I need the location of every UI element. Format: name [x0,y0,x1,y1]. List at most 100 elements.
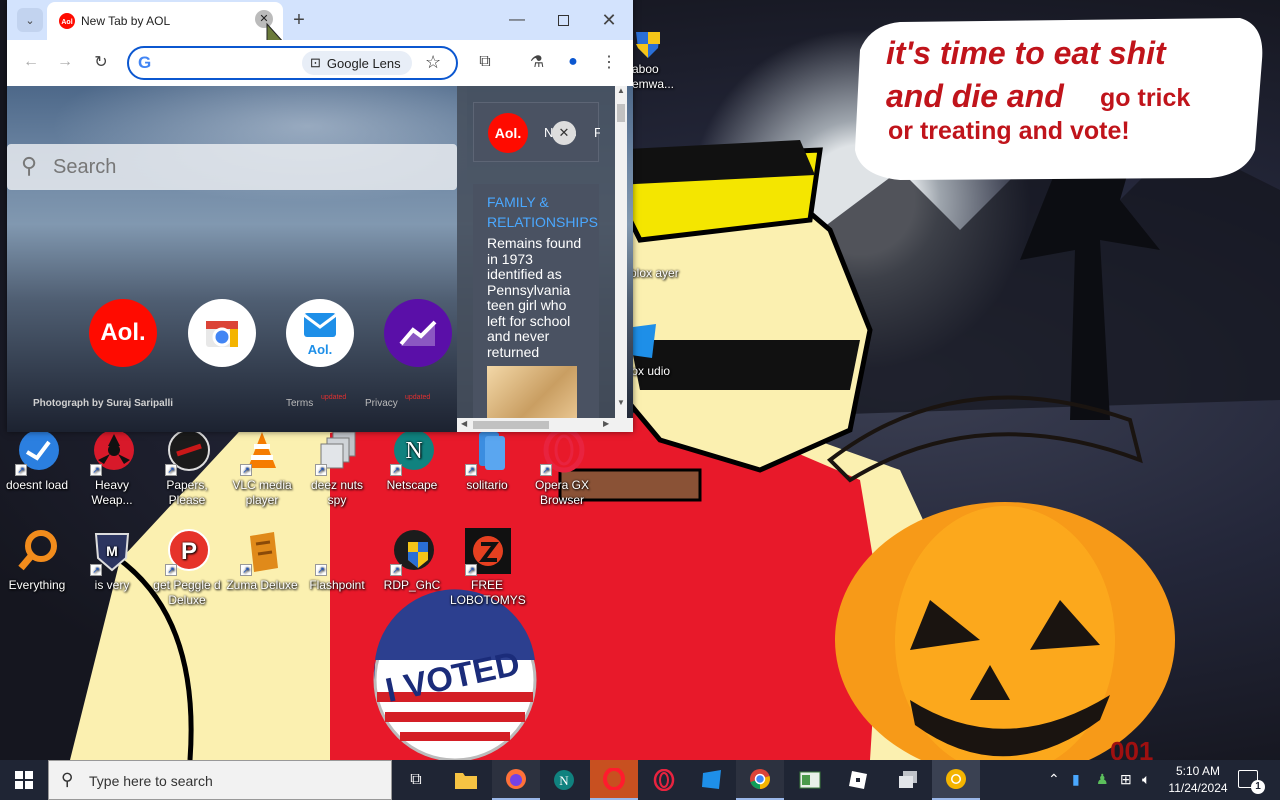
desktop-icon-heavy-weapon[interactable]: ↗ Heavy Weap... [75,428,149,508]
panel-close-icon[interactable]: ✕ [552,121,576,145]
people-icon[interactable]: ♟ [1096,771,1109,788]
article-headline: Remains found in 1973 identified as Penn… [487,235,582,360]
svg-text:Aol: Aol [61,19,72,26]
taskbar-deez-nuts-spy[interactable] [884,760,932,800]
meme-line-3: or treating and vote! [888,117,1130,145]
google-g-icon: G [138,53,152,72]
chrome-store-icon [206,321,238,347]
profile-button[interactable]: ● [561,50,585,74]
desktop-icon-label: Zuma Deluxe [226,578,298,592]
desktop-icon-label: doesnt load [5,478,69,492]
shortcut-aol[interactable]: Aol. [89,299,157,367]
desktop-icon-vlc[interactable]: ↗ VLC media player [225,428,299,508]
shortcut-arrow-icon: ↗ [465,464,477,476]
scroll-up-icon[interactable]: ▲ [617,86,625,95]
app-tray-icon[interactable]: ▮ [1072,771,1080,788]
svg-text:N: N [559,773,569,788]
desktop-icon-netscape[interactable]: N ↗ Netscape [375,428,449,493]
forward-button[interactable]: → [53,50,77,74]
panel-nav-finance[interactable]: Fina [594,125,600,140]
desktop-icon-label: Netscape [386,478,438,492]
taskbar-chrome[interactable] [736,760,784,800]
start-button[interactable] [0,760,48,800]
shortcut-arrow-icon: ↗ [165,564,177,576]
panel-aol-logo[interactable]: Aol. [488,113,528,153]
taskbar-search[interactable]: ⚲ Type here to search [48,760,392,800]
news-card[interactable]: FAMILY & RELATIONSHIPS Remains found in … [473,184,599,418]
horizontal-scrollbar[interactable]: ◀ ▶ [457,418,633,432]
chevron-up-icon[interactable]: ⌃ [1048,771,1060,788]
taskbar-opera[interactable] [590,760,638,800]
desktop-icon-label: RDP_GhC [383,578,441,592]
privacy-updated-tag: updated [405,394,431,401]
clock[interactable]: 5:10 AM 11/24/2024 [1160,763,1236,797]
privacy-link[interactable]: Privacy [365,398,398,409]
meme-line-2b: go trick [1100,84,1190,112]
roblox-icon [849,771,867,789]
reload-button[interactable]: ↻ [89,50,113,74]
taskbar: ⚲ Type here to search ⧉ N ⌃ ▮ ♟ ⊞ 🔈︎ 5:1… [0,760,1280,800]
taskbar-opera-gx[interactable] [640,760,688,800]
desktop-icon-free-lobotomys[interactable]: ↗ FREE LOBOTOMYS [450,528,526,608]
scroll-down-icon[interactable]: ▼ [617,398,625,407]
google-lens-chip[interactable]: ⊡ Google Lens [302,51,412,75]
minimize-icon: — [509,11,525,28]
chart-trend-icon [399,320,437,346]
scroll-right-icon[interactable]: ▶ [603,419,609,428]
desktop-icon-solitario[interactable]: ↗ solitario [450,428,524,493]
menu-button[interactable]: ⋮ [597,50,621,74]
desktop-icon-label: Everything [8,578,66,592]
extensions-button[interactable]: ⧉ [473,50,497,74]
labs-button[interactable]: ⚗ [525,50,549,74]
desktop-icon-flashpoint[interactable]: ↗ Flashpoint [300,528,374,593]
terms-updated-tag: updated [321,394,347,401]
horizontal-scroll-thumb[interactable] [473,421,549,429]
taskbar-file-explorer[interactable] [442,760,490,800]
scroll-left-icon[interactable]: ◀ [461,419,467,428]
close-window-button[interactable]: ✕ [595,6,623,34]
tab-new-tab[interactable]: Aol New Tab by AOL ✕ [47,2,287,53]
windows-logo-icon [15,771,33,789]
google-lens-label: Google Lens [326,55,401,71]
vertical-scrollbar[interactable]: ▲ ▼ [615,86,627,418]
maximize-button[interactable] [549,6,577,34]
shortcut-aol-mail[interactable]: Aol. [286,299,354,367]
desktop-icon-label: Papers, Please [166,478,208,507]
taskbar-netscape[interactable]: N [540,760,588,800]
taskbar-roblox[interactable] [834,760,882,800]
taskbar-firefox[interactable] [492,760,540,800]
desktop-icon-roblox-player[interactable]: blox ayer [630,266,680,281]
task-view-button[interactable]: ⧉ [392,760,440,800]
shortcut-finance[interactable] [384,299,452,367]
desktop-icon-everything[interactable]: Everything [0,528,74,593]
tab-search-button[interactable]: ⌄ [17,8,43,32]
omnibox[interactable]: G ⊡ Google Lens ☆ [127,46,458,80]
taskbar-roblox-studio[interactable] [688,760,736,800]
browser-window: ⌄ Aol New Tab by AOL ✕ + — ✕ ← → ↻ G ⊡ G… [7,0,633,432]
scroll-thumb[interactable] [617,104,625,122]
desktop-icon-papers-please[interactable]: ↗ Papers, Please [150,428,224,508]
back-button[interactable]: ← [19,50,43,74]
volume-icon[interactable]: 🔈︎ [1142,771,1150,788]
notification-center-icon[interactable]: 1 [1238,770,1265,794]
meme-line-1: it's time to eat shit [886,35,1167,71]
desktop-icon-is-very[interactable]: M ↗ is very [75,528,149,593]
shortcut-google-apps[interactable] [188,299,256,367]
taskbar-search-placeholder: Type here to search [89,773,213,789]
desktop-icon-deez-nuts-spy[interactable]: ↗ deez nuts spy [300,428,374,508]
desktop-icon-rdp[interactable]: ↗ RDP_GhC [375,528,449,593]
taskbar-chrome-alt[interactable] [932,760,980,800]
search-box[interactable]: ⚲ Search [7,144,457,190]
firefox-icon [506,769,526,789]
desktop-icon-zuma[interactable]: ↗ Zuma Deluxe [225,528,299,593]
desktop-icon-peggle[interactable]: P ↗ get Peggle d Deluxe [150,528,224,608]
desktop-icon-doesnt-load[interactable]: ↗ doesnt load [0,428,74,493]
minimize-button[interactable]: — [503,6,531,34]
shortcut-arrow-icon: ↗ [15,464,27,476]
desktop-icon-opera-gx[interactable]: ↗ Opera GX Browser [525,427,599,508]
bookmark-star-icon[interactable]: ☆ [425,52,441,73]
terms-link[interactable]: Terms [286,398,313,409]
taskbar-app-window[interactable] [786,760,834,800]
network-icon[interactable]: ⊞ [1120,771,1132,788]
new-tab-button[interactable]: + [287,8,311,32]
